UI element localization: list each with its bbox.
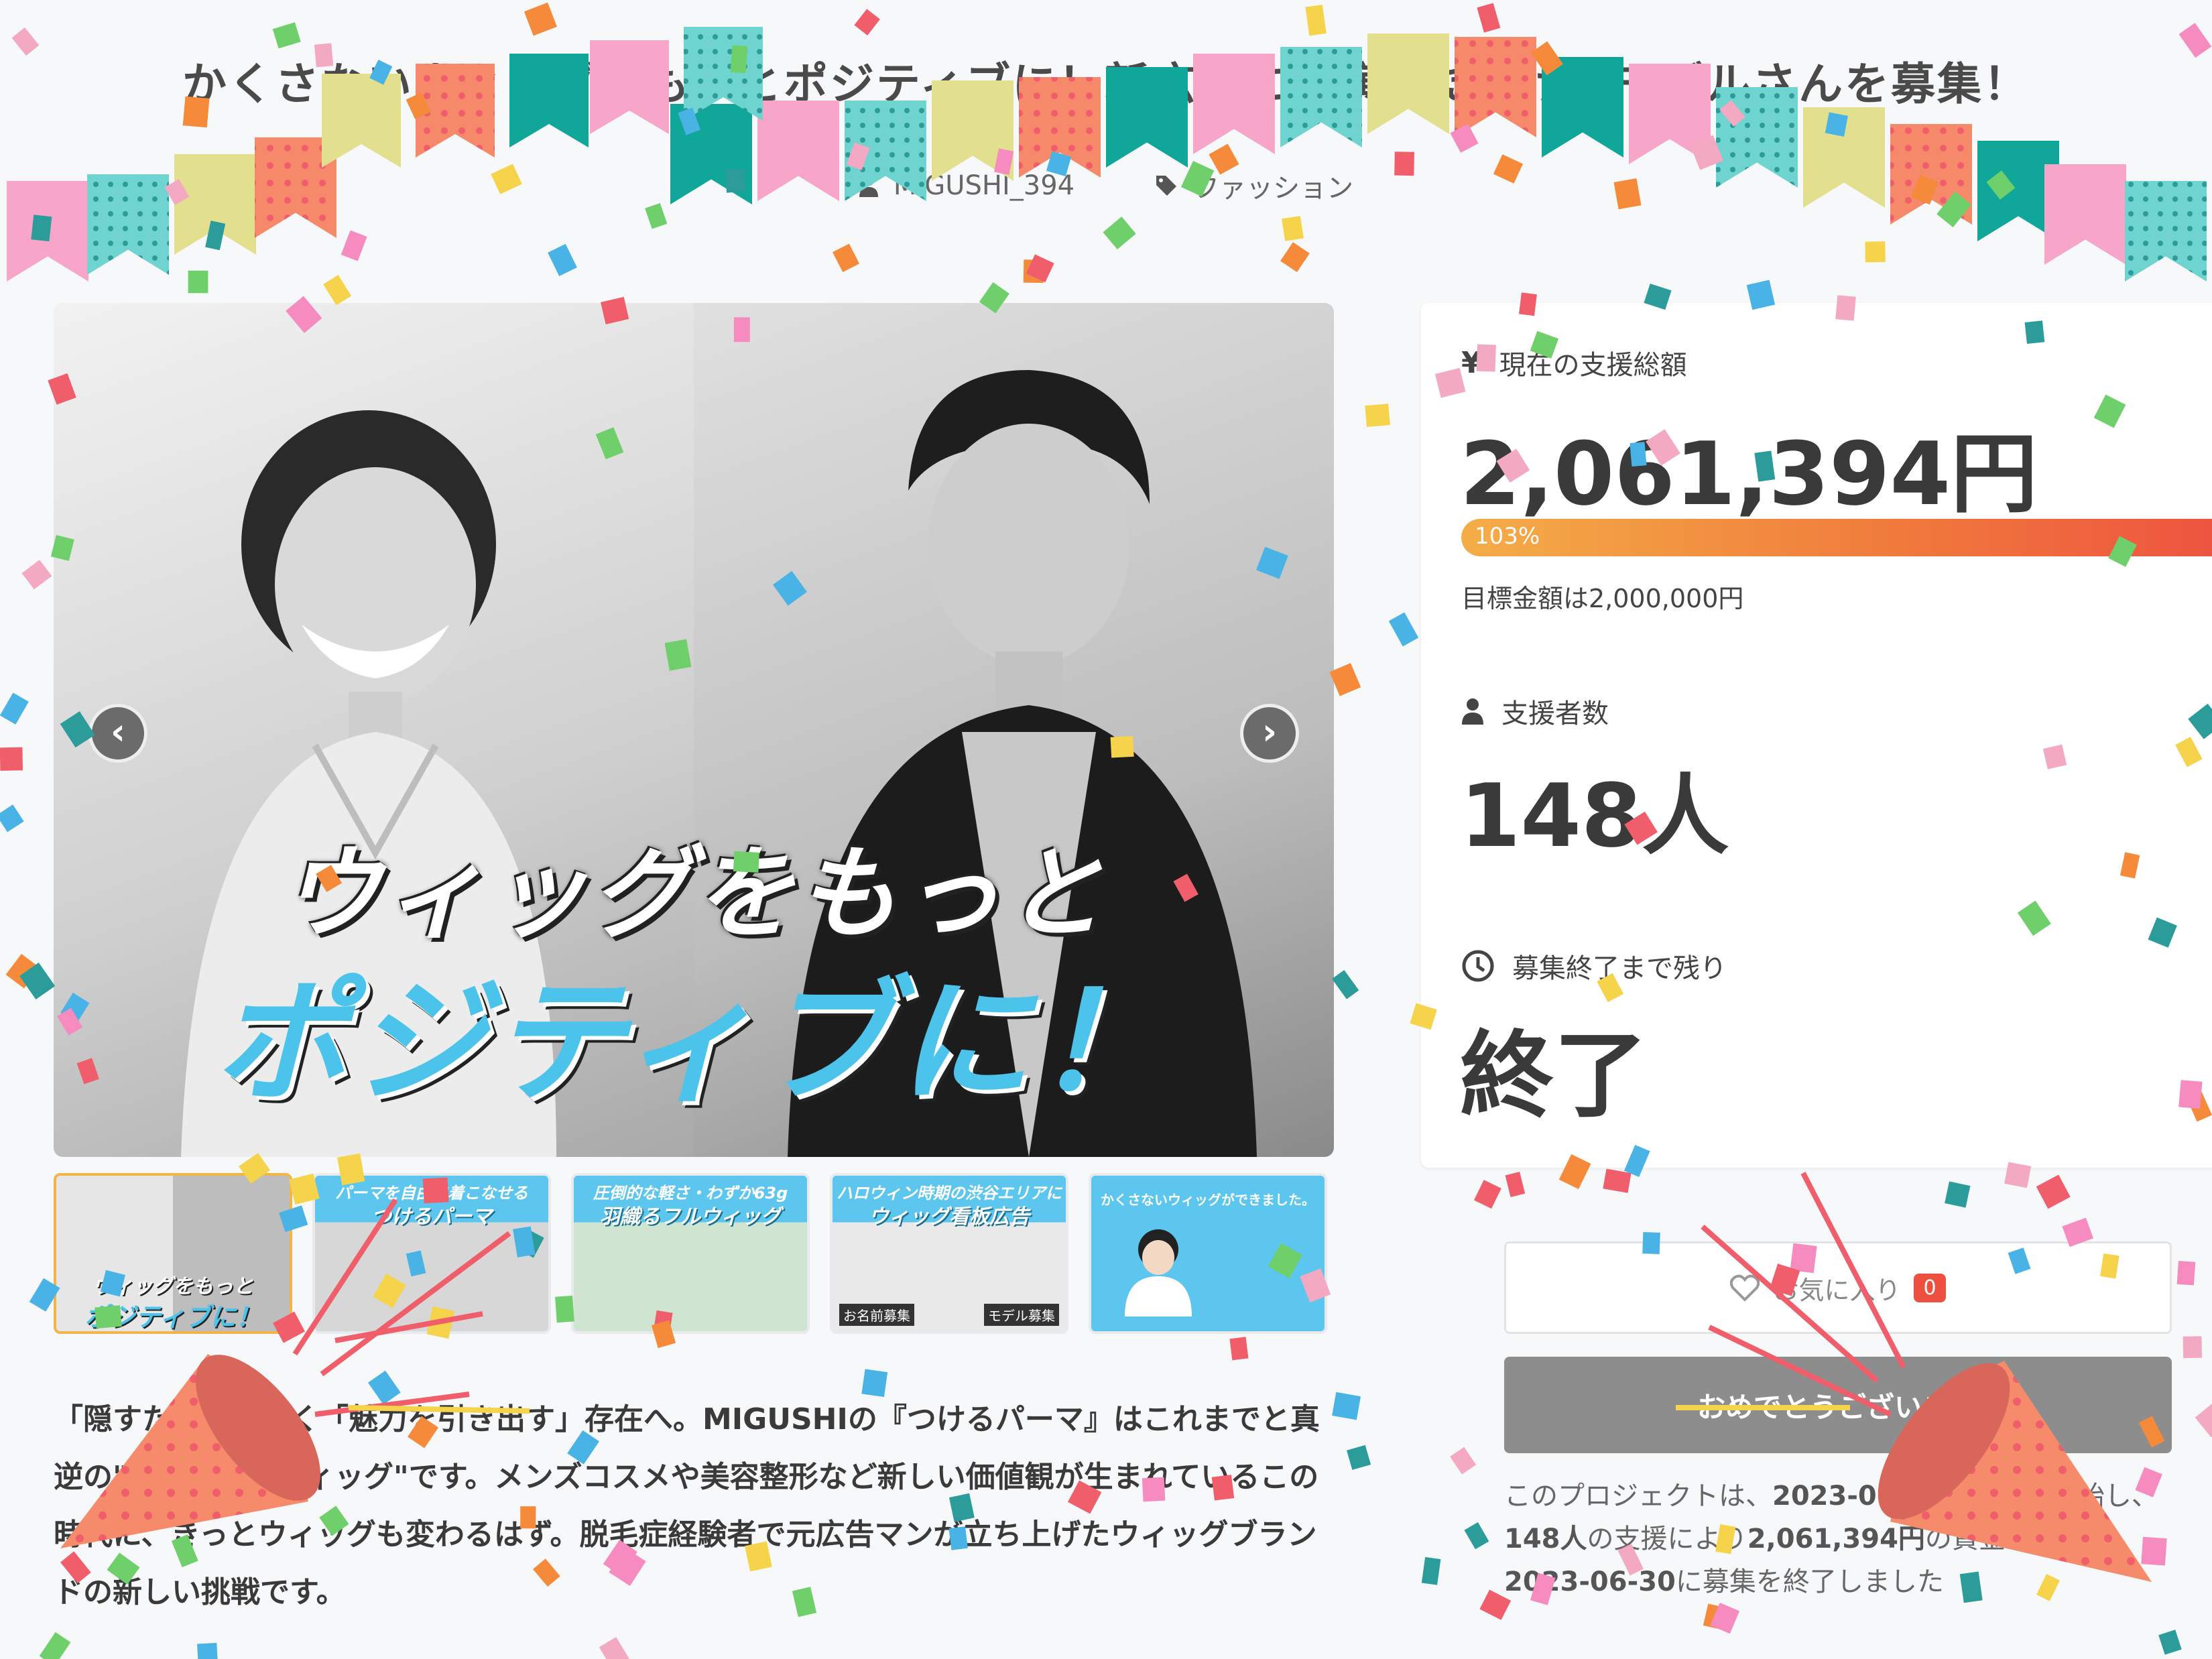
confetti-piece bbox=[2183, 1336, 2203, 1359]
owner-link[interactable]: MIGUSHI_394 bbox=[859, 166, 1074, 205]
confetti-piece bbox=[1332, 970, 1359, 999]
hero-slider[interactable]: ウィッグをもっと ポジティブに！ ‹ › bbox=[54, 303, 1334, 1157]
confetti-piece bbox=[1825, 112, 1848, 137]
confetti-piece bbox=[854, 9, 880, 36]
remaining-label: 募集終了まで残り bbox=[1461, 946, 1727, 985]
page-title: かくさないウィッグをもっとポジティブに！新広告に出演いただけるモデルさんを募集！ bbox=[182, 58, 2030, 110]
tag-icon bbox=[1156, 176, 1177, 196]
confetti-piece bbox=[2158, 1630, 2182, 1655]
confetti-piece bbox=[833, 243, 860, 273]
confetti-piece bbox=[2195, 1403, 2212, 1438]
confetti-piece bbox=[1282, 216, 1304, 241]
confetti-piece bbox=[1945, 1181, 1971, 1208]
confetti-piece bbox=[1464, 1522, 1489, 1550]
confetti-piece bbox=[1023, 259, 1044, 284]
confetti-piece bbox=[323, 275, 352, 306]
confetti-piece bbox=[31, 214, 52, 242]
project-description: 「隠すためではなく「魅力を引き出す」存在へ。MIGUSHIの『つけるパーマ』はこ… bbox=[54, 1402, 1320, 1609]
confetti-piece bbox=[1710, 1603, 1740, 1634]
goal-amount: 目標金額は2,000,000円 bbox=[1461, 584, 1744, 613]
confetti-piece bbox=[1473, 1180, 1501, 1209]
confetti-piece bbox=[548, 243, 577, 277]
supporters-label: 支援者数 bbox=[1461, 692, 1609, 731]
thumbnail-2[interactable]: パーマを自由に着こなせる つけるパーマ bbox=[312, 1173, 551, 1334]
confetti-piece bbox=[2176, 1261, 2196, 1286]
thumbnail-1[interactable]: ウィッグをもっと ポジティブに！ bbox=[54, 1173, 292, 1334]
thumbnail-5-figure bbox=[1125, 1229, 1192, 1316]
confetti-piece bbox=[5, 953, 40, 989]
confetti-piece bbox=[21, 560, 52, 590]
confetti-piece bbox=[1450, 123, 1479, 153]
confetti-piece bbox=[197, 1642, 219, 1659]
confetti-piece bbox=[0, 804, 24, 833]
confetti-piece bbox=[1421, 1556, 1441, 1585]
yen-icon: ¥ bbox=[1461, 345, 1482, 380]
owner-name: MIGUSHI_394 bbox=[893, 170, 1075, 201]
confetti-piece bbox=[1477, 3, 1501, 33]
confetti-piece bbox=[205, 221, 226, 251]
funding-stats-card: ¥ 現在の支援総額 2,061,394円 103% 目標金額は2,000,000… bbox=[1421, 303, 2212, 1168]
chevron-right-icon: › bbox=[1262, 711, 1278, 753]
category-link[interactable]: ファッション bbox=[1155, 166, 1353, 205]
confetti-piece bbox=[1280, 242, 1310, 273]
progress-bar: 103% bbox=[1461, 519, 2212, 556]
thumbnail-5[interactable]: かくさないウィッグができました。 bbox=[1089, 1173, 1327, 1334]
confetti-piece bbox=[1388, 612, 1419, 647]
slider-next-button[interactable]: › bbox=[1240, 704, 1299, 763]
confetti-piece bbox=[524, 2, 557, 36]
thumbnail-3[interactable]: 圧倒的な軽さ・わずか63g 羽織るフルウィッグ bbox=[571, 1173, 810, 1334]
confetti-piece bbox=[1365, 404, 1390, 427]
confetti-piece bbox=[1450, 1447, 1477, 1475]
remaining-value: 終了 bbox=[1460, 1022, 1648, 1131]
confetti-piece bbox=[1229, 1337, 1249, 1361]
person-icon bbox=[1462, 698, 1483, 725]
confetti-piece bbox=[0, 692, 29, 725]
favorite-label: お気に入り bbox=[1773, 1275, 1901, 1305]
confetti-piece bbox=[272, 22, 301, 49]
confetti-piece bbox=[1505, 1172, 1526, 1197]
clock-icon bbox=[1462, 950, 1494, 982]
project-meta: MIGUSHI_394 ファッション bbox=[0, 166, 2212, 205]
favorite-button[interactable]: お気に入り 0 bbox=[1504, 1241, 2172, 1334]
category-name: ファッション bbox=[1192, 173, 1354, 204]
bunting-banner bbox=[7, 27, 2207, 282]
confetti-piece bbox=[1329, 663, 1361, 696]
confetti-piece bbox=[1603, 1168, 1632, 1193]
project-end-note: このプロジェクトは、2023-06-01に募集を開始し、148人の支援により2,… bbox=[1504, 1481, 2158, 1597]
favorite-count: 0 bbox=[1914, 1273, 1946, 1302]
confetti-piece bbox=[188, 270, 208, 294]
confetti-piece bbox=[2036, 1174, 2071, 1209]
heart-icon bbox=[1730, 1274, 1760, 1301]
total-amount: 2,061,394円 bbox=[1460, 423, 2038, 525]
confetti-piece bbox=[1703, 1603, 1732, 1632]
confetti-piece bbox=[599, 1637, 631, 1659]
confetti-piece bbox=[1026, 254, 1054, 283]
congratulations-button[interactable]: おめでとうございます bbox=[1504, 1357, 2172, 1453]
confetti-piece bbox=[645, 202, 668, 229]
slider-prev-button[interactable]: ‹ bbox=[88, 704, 147, 763]
confetti-piece bbox=[39, 1632, 71, 1659]
confetti-piece bbox=[1305, 4, 1327, 36]
confetti-piece bbox=[1347, 1445, 1371, 1470]
hero-headline-2: ポジティブに！ bbox=[214, 965, 1173, 1121]
confetti-piece bbox=[1689, 135, 1724, 170]
total-label: ¥ 現在の支援総額 bbox=[1461, 345, 1687, 381]
thumbnail-4[interactable]: ハロウィン時期の渋谷エリアに ウィッグ看板広告 お名前募集 モデル募集 bbox=[830, 1173, 1068, 1334]
chevron-left-icon: ‹ bbox=[110, 711, 126, 753]
supporters-count: 148人 bbox=[1460, 765, 1729, 867]
confetti-piece bbox=[341, 230, 367, 261]
confetti-piece bbox=[19, 962, 56, 1000]
progress-percent: 103% bbox=[1475, 523, 1540, 550]
user-icon bbox=[859, 175, 878, 197]
confetti-piece bbox=[1865, 241, 1886, 263]
confetti-piece bbox=[1103, 217, 1136, 250]
confetti-piece bbox=[0, 747, 23, 771]
progress-fill bbox=[1461, 519, 2212, 556]
